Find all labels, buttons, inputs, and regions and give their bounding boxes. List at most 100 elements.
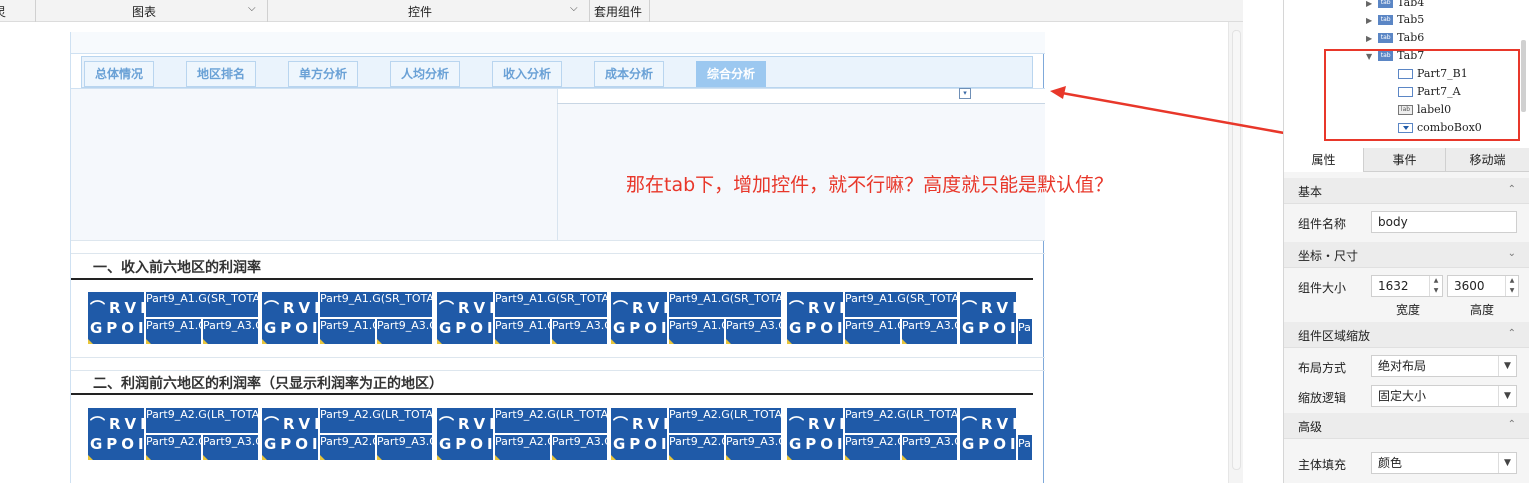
section2-num-cell[interactable]: Part9_A3.G(NUM) xyxy=(725,434,782,461)
section1-total-cell[interactable]: Part9_A1.G(SR_TOTAL) xyxy=(145,291,259,318)
section2-region-cell[interactable]: ⌒RVI GPOI( xyxy=(436,407,494,461)
section2-region-cell[interactable]: ⌒RVI GPOI( xyxy=(87,407,145,461)
expand-right-icon[interactable]: ▶ xyxy=(1366,0,1372,8)
corner-marker-icon xyxy=(262,339,267,344)
tab-unit-analysis[interactable]: 单方分析 xyxy=(288,61,359,87)
section2-lrv-cell[interactable]: Part9_A2.G(LRV) xyxy=(494,434,551,461)
corner-marker-icon xyxy=(669,339,674,344)
section1-region-cell[interactable]: ⌒RVI GPOI( xyxy=(436,291,494,345)
width-stepper[interactable]: 1632 ▲ ▼ xyxy=(1371,275,1443,297)
cell-text: GPOI( xyxy=(962,435,1016,453)
tab-income-analysis[interactable]: 收入分析 xyxy=(492,61,563,87)
corner-marker-icon xyxy=(320,339,325,344)
section-coords[interactable]: 坐标・尺寸 ⌄ xyxy=(1284,242,1529,268)
section2-lrv-cell[interactable]: Part9_A2.G(LRV) xyxy=(844,434,901,461)
section2-total-cell[interactable]: Part9_A2.G(LR_TOTAL) xyxy=(844,407,958,434)
chevron-down-icon[interactable]: ▼ xyxy=(1498,386,1516,406)
component-name-input[interactable]: body xyxy=(1371,211,1517,233)
tab-overview[interactable]: 总体情况 xyxy=(84,61,155,87)
section-rule xyxy=(71,393,1033,395)
section1-partial-cell[interactable]: Pa xyxy=(1017,318,1033,345)
scrollbar-thumb[interactable] xyxy=(1232,30,1241,470)
section1-total-cell[interactable]: Part9_A1.G(SR_TOTAL) xyxy=(668,291,782,318)
section1-region-cell[interactable]: ⌒RVI GPOI( xyxy=(261,291,319,345)
section1-region-cell[interactable]: ⌒RVI GPOI( xyxy=(786,291,844,345)
section2-total-cell[interactable]: Part9_A2.G(LR_TOTAL) xyxy=(145,407,259,434)
tree-item-tab5[interactable]: ▶ tab Tab5 xyxy=(1366,11,1424,29)
section1-total-cell[interactable]: Part9_A1.G(SR_TOTAL) xyxy=(494,291,608,318)
chevron-up-icon[interactable]: ⌃ xyxy=(1508,419,1516,430)
section2-lrv-cell[interactable]: Part9_A2.G(LRV) xyxy=(668,434,725,461)
section2-region-cell[interactable]: ⌒RVI GPOI( xyxy=(786,407,844,461)
tab-cost-analysis[interactable]: 成本分析 xyxy=(594,61,665,87)
combobox-marker-icon[interactable]: ▾ xyxy=(959,88,971,99)
section2-num-cell[interactable]: Part9_A3.G(NUM) xyxy=(376,434,433,461)
section2-region-cell[interactable]: ⌒RVI GPOI( xyxy=(610,407,668,461)
section1-total-cell[interactable]: Part9_A1.G(SR_TOTAL) xyxy=(844,291,958,318)
section1-num-cell[interactable]: Part9_A3.G(NUM) xyxy=(551,318,608,345)
expand-right-icon[interactable]: ▶ xyxy=(1366,16,1372,25)
layout-select[interactable]: 绝对布局 ▼ xyxy=(1371,355,1517,377)
section2-num-cell[interactable]: Part9_A3.G(NUM) xyxy=(551,434,608,461)
combobox-area[interactable] xyxy=(558,89,1045,103)
corner-marker-icon xyxy=(726,455,731,460)
toolbar-chart-dropdown[interactable]: 图表 ⌵ xyxy=(36,0,268,22)
section2-total-cell[interactable]: Part9_A2.G(LR_TOTAL) xyxy=(494,407,608,434)
tab-region-ranking[interactable]: 地区排名 xyxy=(186,61,257,87)
section-basic[interactable]: 基本 ⌃ xyxy=(1284,178,1529,204)
tab-content-right-pane[interactable] xyxy=(557,89,1045,241)
tree-item-label: Tab5 xyxy=(1397,13,1425,26)
section1-lrv-cell[interactable]: Part9_A1.G(LRV) xyxy=(145,318,202,345)
tree-scrollbar[interactable] xyxy=(1521,40,1526,112)
chevron-up-icon[interactable]: ⌃ xyxy=(1508,184,1516,195)
section2-total-cell[interactable]: Part9_A2.G(LR_TOTAL) xyxy=(668,407,782,434)
chevron-down-icon[interactable]: ▼ xyxy=(1498,356,1516,376)
corner-marker-icon xyxy=(787,339,792,344)
tab-mobile[interactable]: 移动端 xyxy=(1446,148,1529,172)
grid-line xyxy=(71,370,1045,371)
section1-num-cell[interactable]: Part9_A3.G(NUM) xyxy=(901,318,958,345)
corner-marker-icon xyxy=(726,339,731,344)
section1-num-cell[interactable]: Part9_A3.G(NUM) xyxy=(202,318,259,345)
section1-region-cell[interactable]: ⌒RVI GPOI( xyxy=(959,291,1017,345)
section2-total-cell[interactable]: Part9_A2.G(LR_TOTAL) xyxy=(319,407,433,434)
section1-total-cell[interactable]: Part9_A1.G(SR_TOTAL) xyxy=(319,291,433,318)
scale-select[interactable]: 固定大小 ▼ xyxy=(1371,385,1517,407)
section1-region-cell[interactable]: ⌒RVI GPOI( xyxy=(87,291,145,345)
section2-lrv-cell[interactable]: Part9_A2.G(LRV) xyxy=(319,434,376,461)
section2-num-cell[interactable]: Part9_A3.G(NUM) xyxy=(202,434,259,461)
chevron-down-icon[interactable]: ▼ xyxy=(1498,453,1516,473)
cell-text: GPOI( xyxy=(613,319,667,337)
tab-per-capita-analysis[interactable]: 人均分析 xyxy=(390,61,461,87)
section2-region-cell[interactable]: ⌒RVI GPOI( xyxy=(261,407,319,461)
toolbar-partial-section[interactable]: 灵 xyxy=(0,0,36,22)
section-advanced[interactable]: 高级 ⌃ xyxy=(1284,413,1529,439)
section2-num-cell[interactable]: Part9_A3.G(NUM) xyxy=(901,434,958,461)
section2-region-cell[interactable]: ⌒RVI GPOI( xyxy=(959,407,1017,461)
section1-lrv-cell[interactable]: Part9_A1.G(LRV) xyxy=(319,318,376,345)
section1-lrv-cell[interactable]: Part9_A1.G(LRV) xyxy=(668,318,725,345)
section1-num-cell[interactable]: Part9_A3.G(NUM) xyxy=(376,318,433,345)
stepper-arrows-icon[interactable]: ▲ ▼ xyxy=(1429,276,1442,296)
section1-num-cell[interactable]: Part9_A3.G(NUM) xyxy=(725,318,782,345)
tab-comprehensive-analysis[interactable]: 综合分析 xyxy=(696,61,767,87)
toolbar-control-dropdown[interactable]: 控件 ⌵ xyxy=(268,0,590,22)
section1-lrv-cell[interactable]: Part9_A1.G(LRV) xyxy=(494,318,551,345)
section1-region-cell[interactable]: ⌒RVI GPOI( xyxy=(610,291,668,345)
chevron-down-icon[interactable]: ⌄ xyxy=(1508,248,1516,259)
chevron-up-icon[interactable]: ⌃ xyxy=(1508,328,1516,339)
tab-properties[interactable]: 属性 xyxy=(1284,148,1364,172)
expand-right-icon[interactable]: ▶ xyxy=(1366,34,1372,43)
section-zoom[interactable]: 组件区域缩放 ⌃ xyxy=(1284,322,1529,348)
tab-events[interactable]: 事件 xyxy=(1364,148,1446,172)
tree-item-tab6[interactable]: ▶ tab Tab6 xyxy=(1366,29,1424,47)
canvas-vertical-scrollbar[interactable]: ▲ xyxy=(1228,22,1243,483)
section2-partial-cell[interactable]: Pa xyxy=(1017,434,1033,461)
section2-lrv-cell[interactable]: Part9_A2.G(LRV) xyxy=(145,434,202,461)
toolbar-common-components[interactable]: 套用组件 xyxy=(590,0,650,22)
section1-lrv-cell[interactable]: Part9_A1.G(LRV) xyxy=(844,318,901,345)
tab-content-area[interactable] xyxy=(71,88,1045,241)
stepper-arrows-icon[interactable]: ▲ ▼ xyxy=(1505,276,1518,296)
height-stepper[interactable]: 3600 ▲ ▼ xyxy=(1447,275,1519,297)
fill-select[interactable]: 颜色 ▼ xyxy=(1371,452,1517,474)
